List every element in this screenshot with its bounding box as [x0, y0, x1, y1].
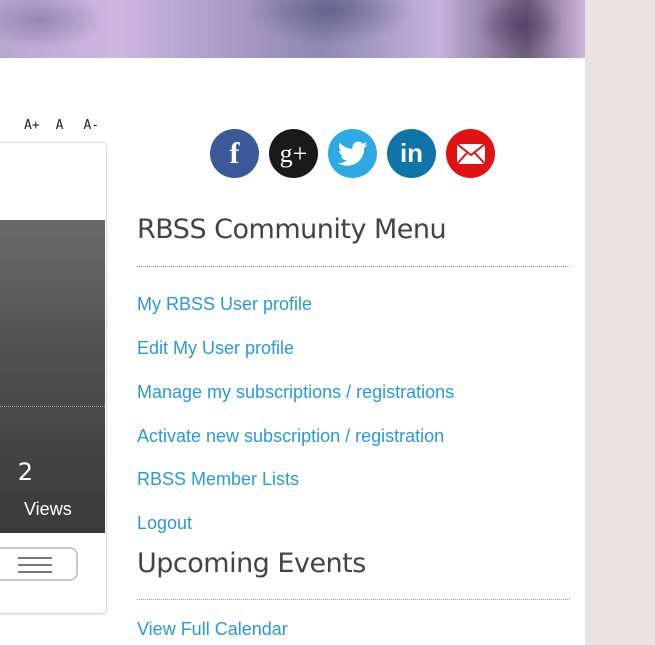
- link-manage-subscriptions[interactable]: Manage my subscriptions / registrations: [137, 382, 454, 403]
- upcoming-events-divider: [137, 599, 570, 600]
- link-member-lists[interactable]: RBSS Member Lists: [137, 469, 299, 490]
- link-activate-subscription[interactable]: Activate new subscription / registration: [137, 426, 444, 447]
- views-label: Views: [24, 499, 72, 519]
- menu-toggle-button[interactable]: [0, 547, 78, 581]
- header-banner-image: [0, 0, 585, 58]
- card-divider: [0, 406, 105, 407]
- link-edit-user-profile[interactable]: Edit My User profile: [137, 338, 294, 359]
- social-icons: f g+ in: [210, 129, 495, 178]
- linkedin-icon[interactable]: in: [387, 129, 436, 178]
- card-image-panel: [0, 220, 105, 533]
- views-count: 2: [17, 458, 33, 486]
- envelope-glyph: [455, 142, 486, 165]
- page: A+ A A- 2 Views f g+ in RBSS Community M…: [0, 0, 585, 645]
- email-icon[interactable]: [446, 129, 495, 178]
- link-view-full-calendar[interactable]: View Full Calendar: [137, 619, 288, 640]
- font-increase-button[interactable]: A+: [24, 118, 40, 133]
- community-menu-title: RBSS Community Menu: [137, 214, 447, 245]
- community-menu-divider: [137, 266, 570, 267]
- link-logout[interactable]: Logout: [137, 513, 192, 534]
- upcoming-events-title: Upcoming Events: [137, 548, 366, 579]
- facebook-icon[interactable]: f: [210, 129, 259, 178]
- twitter-bird-glyph: [337, 141, 367, 166]
- twitter-icon[interactable]: [328, 129, 377, 178]
- link-my-user-profile[interactable]: My RBSS User profile: [137, 294, 312, 315]
- font-size-controls: A+ A A-: [24, 118, 99, 133]
- google-plus-icon[interactable]: g+: [269, 129, 318, 178]
- font-normal-button[interactable]: A: [56, 118, 64, 133]
- font-decrease-button[interactable]: A-: [83, 118, 99, 133]
